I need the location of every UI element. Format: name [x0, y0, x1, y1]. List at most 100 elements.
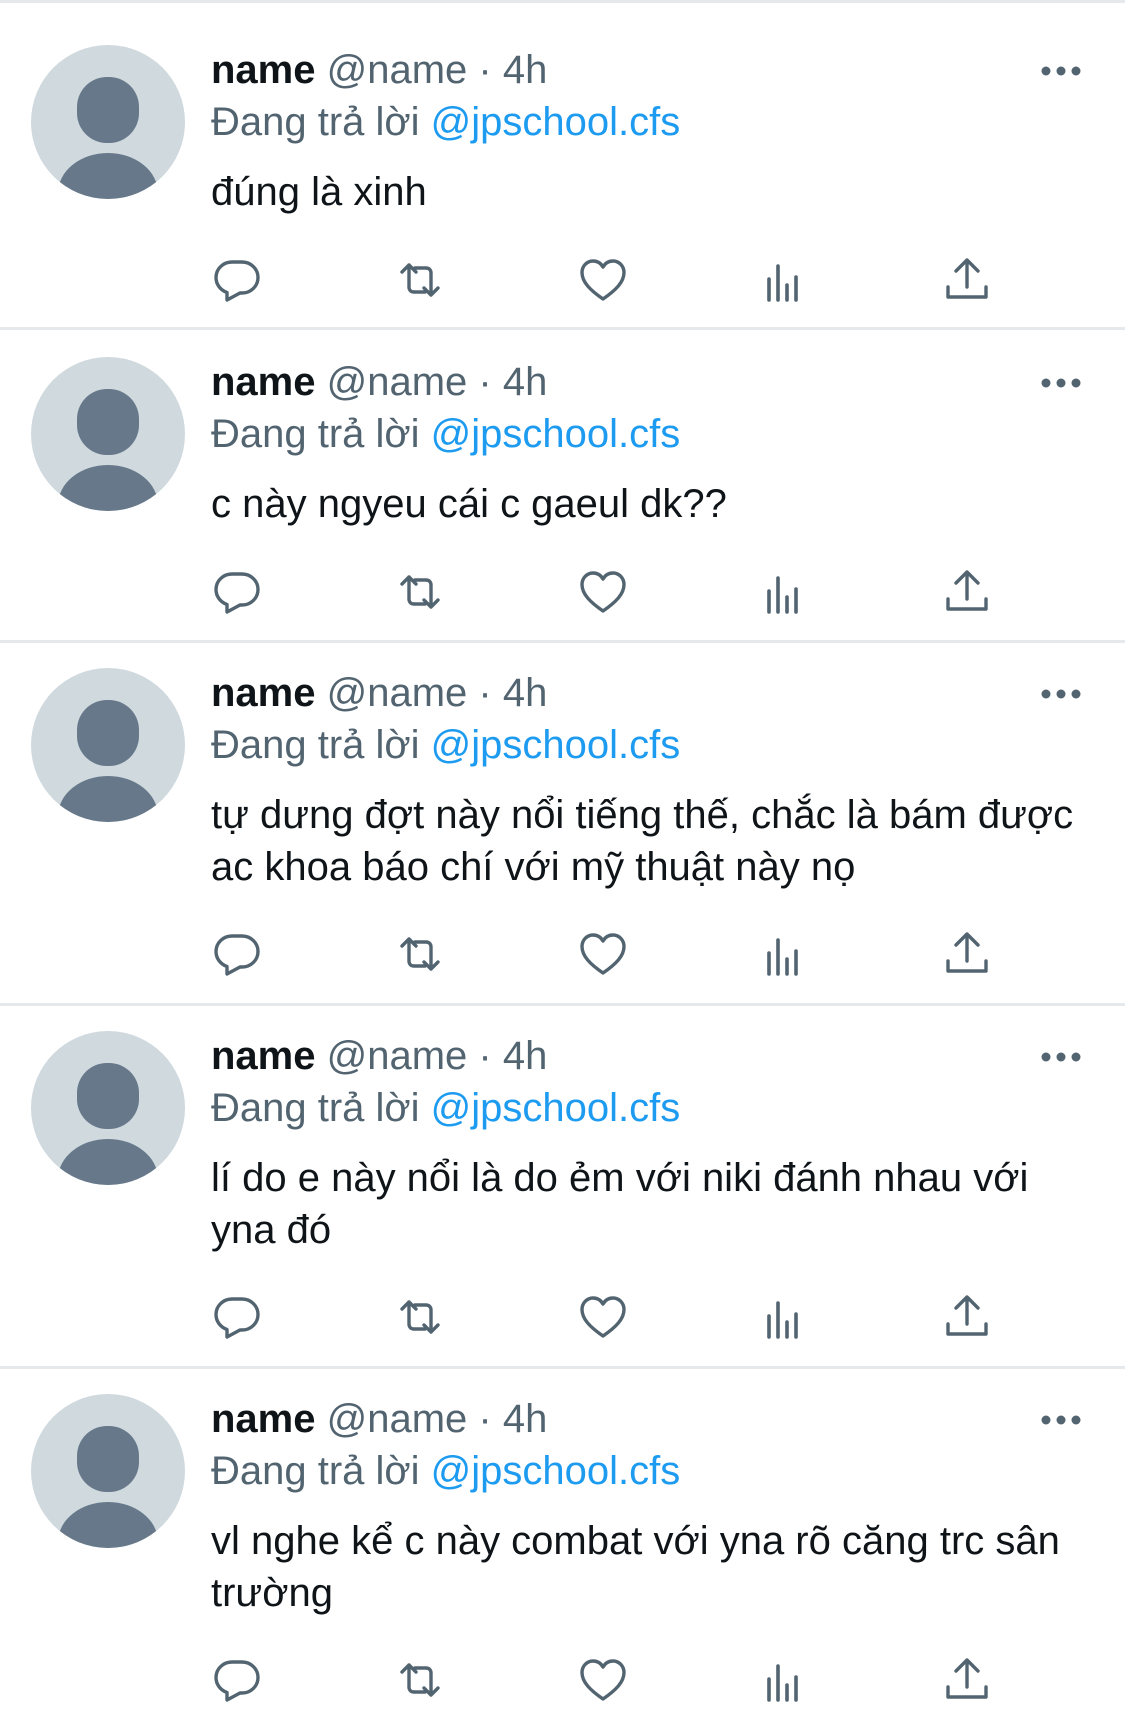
retweet-button[interactable] [393, 927, 447, 981]
tweet-text: vl nghe kể c này combat với yna rõ căng … [211, 1519, 1071, 1615]
handle[interactable]: @name [327, 1397, 468, 1441]
retweet-arrows-icon [400, 1300, 440, 1334]
upload-arrow-icon [946, 258, 988, 299]
more-icon[interactable] [1040, 687, 1082, 701]
mention-link[interactable]: @jpschool.cfs [431, 1449, 681, 1493]
upload-arrow-icon [946, 1295, 988, 1336]
replying-to-label: Đang trả lời [211, 723, 420, 767]
mention-link[interactable]: @jpschool.cfs [431, 412, 681, 456]
mention-link[interactable]: @jpschool.cfs [431, 100, 681, 144]
reply-tweet[interactable]: name @name · 4h Đang trả lời @jpschool.c… [0, 0, 1125, 330]
handle[interactable]: @name [327, 48, 468, 92]
display-name[interactable]: name [211, 671, 316, 715]
reply-button[interactable] [210, 927, 264, 981]
avatar-head-shape [77, 1063, 139, 1129]
separator: · [478, 1397, 492, 1441]
display-name[interactable]: name [211, 1397, 316, 1441]
avatar[interactable] [31, 45, 185, 199]
timestamp[interactable]: 4h [503, 671, 548, 715]
views-button[interactable] [758, 253, 812, 307]
reply-button[interactable] [210, 1653, 264, 1707]
avatar[interactable] [31, 1394, 185, 1548]
action-bar [0, 565, 1125, 625]
action-bar [0, 1290, 1125, 1350]
retweet-arrows-icon [400, 263, 440, 297]
views-button[interactable] [758, 565, 812, 619]
bar-chart-icon [767, 1664, 798, 1702]
separator: · [478, 360, 492, 404]
retweet-arrows-icon [400, 575, 440, 609]
avatar-head-shape [77, 1426, 139, 1492]
like-button[interactable] [576, 253, 630, 307]
more-icon[interactable] [1040, 1413, 1082, 1427]
reply-button[interactable] [210, 1290, 264, 1344]
reply-button[interactable] [210, 253, 264, 307]
reply-tweet[interactable]: name @name · 4h Đang trả lời @jpschool.c… [0, 1369, 1125, 1733]
reply-tweet[interactable]: name @name · 4h Đang trả lời @jpschool.c… [0, 330, 1125, 642]
tweet-header: name @name · 4h [211, 46, 547, 94]
tweet-text: lí do e này nổi là do ẻm với niki đánh n… [211, 1156, 1040, 1252]
avatar-shoulders-shape [58, 465, 158, 511]
bar-chart-icon [767, 264, 798, 302]
display-name[interactable]: name [211, 48, 316, 92]
views-button[interactable] [758, 1653, 812, 1707]
bar-chart-icon [767, 576, 798, 614]
avatar-head-shape [77, 700, 139, 766]
mention-link[interactable]: @jpschool.cfs [431, 723, 681, 767]
action-bar [0, 927, 1125, 987]
retweet-button[interactable] [393, 1290, 447, 1344]
speech-bubble-icon [214, 934, 260, 976]
share-button[interactable] [940, 565, 994, 619]
retweet-button[interactable] [393, 565, 447, 619]
like-button[interactable] [576, 1290, 630, 1344]
speech-bubble-icon [214, 260, 260, 302]
bar-chart-icon [767, 938, 798, 976]
action-bar [0, 1653, 1125, 1713]
speech-bubble-icon [214, 1660, 260, 1702]
replying-to-label: Đang trả lời [211, 1449, 420, 1493]
more-icon[interactable] [1040, 376, 1082, 390]
share-button[interactable] [940, 1290, 994, 1344]
display-name[interactable]: name [211, 360, 316, 404]
share-button[interactable] [940, 1653, 994, 1707]
more-icon[interactable] [1040, 1050, 1082, 1064]
timestamp[interactable]: 4h [503, 1034, 548, 1078]
timestamp[interactable]: 4h [503, 360, 548, 404]
avatar-shoulders-shape [58, 776, 158, 822]
upload-arrow-icon [946, 570, 988, 611]
replying-to: Đang trả lời @jpschool.cfs [211, 98, 680, 146]
more-icon[interactable] [1040, 64, 1082, 78]
heart-icon [580, 259, 626, 301]
reply-tweet[interactable]: name @name · 4h Đang trả lời @jpschool.c… [0, 643, 1125, 1005]
reply-feed: name @name · 4h Đang trả lời @jpschool.c… [0, 0, 1125, 1733]
share-button[interactable] [940, 253, 994, 307]
handle[interactable]: @name [327, 671, 468, 715]
reply-tweet[interactable]: name @name · 4h Đang trả lời @jpschool.c… [0, 1006, 1125, 1368]
heart-icon [580, 1659, 626, 1701]
views-button[interactable] [758, 1290, 812, 1344]
tweet-text: c này ngyeu cái c gaeul dk?? [211, 482, 727, 526]
timestamp[interactable]: 4h [503, 48, 548, 92]
handle[interactable]: @name [327, 1034, 468, 1078]
like-button[interactable] [576, 927, 630, 981]
replying-to-label: Đang trả lời [211, 100, 420, 144]
avatar-shoulders-shape [58, 1502, 158, 1548]
tweet-header: name @name · 4h [211, 1395, 547, 1443]
views-button[interactable] [758, 927, 812, 981]
like-button[interactable] [576, 565, 630, 619]
like-button[interactable] [576, 1653, 630, 1707]
timestamp[interactable]: 4h [503, 1397, 548, 1441]
action-bar [0, 253, 1125, 313]
retweet-button[interactable] [393, 1653, 447, 1707]
avatar[interactable] [31, 357, 185, 511]
avatar[interactable] [31, 1031, 185, 1185]
retweet-button[interactable] [393, 253, 447, 307]
avatar[interactable] [31, 668, 185, 822]
mention-link[interactable]: @jpschool.cfs [431, 1086, 681, 1130]
handle[interactable]: @name [327, 360, 468, 404]
display-name[interactable]: name [211, 1034, 316, 1078]
replying-to: Đang trả lời @jpschool.cfs [211, 1084, 680, 1132]
share-button[interactable] [940, 927, 994, 981]
reply-button[interactable] [210, 565, 264, 619]
upload-arrow-icon [946, 1658, 988, 1699]
